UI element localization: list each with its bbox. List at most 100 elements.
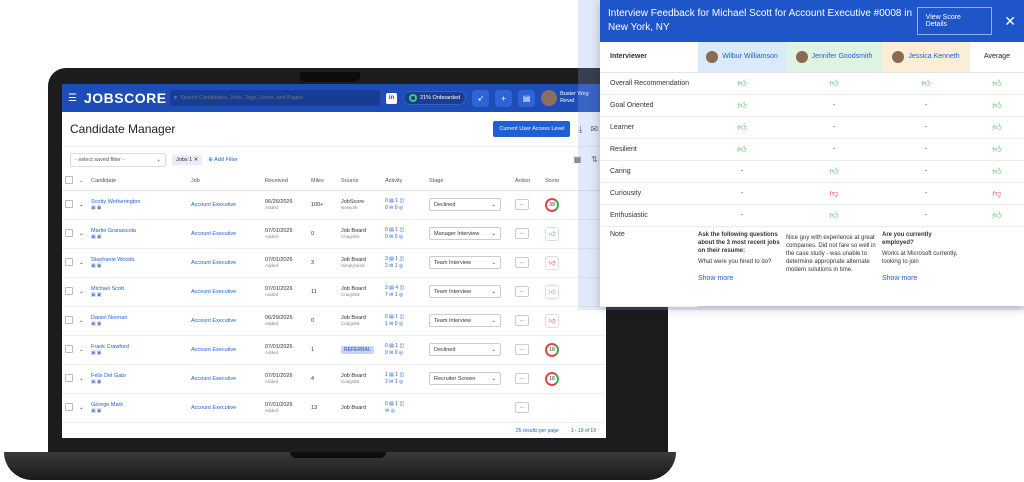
view-score-details-button[interactable]: View Score Details xyxy=(916,7,993,35)
activity-notes[interactable]: 0 xyxy=(385,198,388,204)
thumbs-down-icon[interactable]: 👎︎ xyxy=(545,255,559,270)
activity-todo[interactable]: 1 xyxy=(395,256,398,262)
activity-scorecards[interactable]: 0 xyxy=(395,321,398,327)
stage-select[interactable]: Declined ⌄ xyxy=(429,343,501,356)
job-link[interactable]: Account Executive xyxy=(191,347,236,353)
more-actions-button[interactable]: ··· xyxy=(515,315,529,326)
job-link[interactable]: Account Executive xyxy=(191,318,236,324)
table-row[interactable]: ⌄ Martie Granascola ▣▣ Account Executive … xyxy=(62,219,606,249)
row-checkbox[interactable] xyxy=(65,373,73,382)
activity-todo[interactable]: 1 xyxy=(395,314,398,320)
candidate-doc-icons[interactable]: ▣▣ xyxy=(91,205,102,211)
stage-select[interactable]: Team Interview ⌄ xyxy=(429,314,501,327)
activity-mail[interactable]: 7 xyxy=(385,292,388,298)
row-checkbox[interactable] xyxy=(65,228,73,237)
activity-mail[interactable]: 1 xyxy=(385,321,388,327)
job-link[interactable]: Account Executive xyxy=(191,231,236,237)
select-all-checkbox[interactable] xyxy=(65,175,73,184)
table-row[interactable]: ⌄ Stephanie Woods ▣▣ Account Executive 07… xyxy=(62,248,606,278)
job-link[interactable]: Account Executive xyxy=(191,289,236,295)
activity-todo[interactable]: 1 xyxy=(395,198,398,204)
stage-select[interactable]: Recruiter Screen ⌄ xyxy=(429,372,501,385)
activity-todo[interactable]: 1 xyxy=(395,372,398,378)
job-link[interactable]: Account Executive xyxy=(191,260,236,266)
stage-select[interactable]: Team Interview ⌄ xyxy=(429,256,501,269)
expand-row-icon[interactable]: ⌄ xyxy=(79,376,84,382)
activity-scorecards[interactable]: 0 xyxy=(395,205,398,211)
activity-notes[interactable]: 0 xyxy=(385,314,388,320)
thumbs-up-icon[interactable]: 👍︎ xyxy=(545,226,559,241)
activity-mail[interactable]: 0 xyxy=(385,234,388,240)
table-row[interactable]: ⌄ Michael Scott ▣▣ Account Executive 07/0… xyxy=(62,277,606,307)
more-actions-button[interactable]: ··· xyxy=(515,257,529,268)
score-ring[interactable]: 18 xyxy=(545,371,559,386)
close-icon[interactable]: ✕ xyxy=(1004,13,1016,30)
more-actions-button[interactable]: ··· xyxy=(515,402,529,413)
activity-notes[interactable]: 1 xyxy=(385,372,388,378)
table-row[interactable]: ⌄ Frank Crawford ▣▣ Account Executive 07/… xyxy=(62,335,606,365)
more-actions-button[interactable]: ··· xyxy=(515,373,529,384)
activity-scorecards[interactable]: 0 xyxy=(395,350,398,356)
onboarded-badge[interactable]: 21% Onboarded xyxy=(403,91,467,105)
row-checkbox[interactable] xyxy=(65,315,73,324)
col-received[interactable]: Received xyxy=(262,172,308,191)
stage-select[interactable]: Manager Interview ⌄ xyxy=(429,227,501,240)
row-checkbox[interactable] xyxy=(65,257,73,266)
col-source[interactable]: Source xyxy=(338,172,382,191)
add-filter-button[interactable]: ⊕ Add Filter xyxy=(208,157,237,163)
activity-mail[interactable]: 0 xyxy=(385,205,388,211)
table-row[interactable]: ⌄ Felix Del Gato ▣▣ Account Executive 07/… xyxy=(62,364,606,394)
results-per-page[interactable]: 25 results per page xyxy=(516,428,559,434)
activity-mail[interactable]: 0 xyxy=(385,350,388,356)
activity-scorecards[interactable]: 0 xyxy=(395,234,398,240)
score-ring[interactable]: 18 xyxy=(545,342,559,357)
thumbs-down-icon[interactable]: 👎︎ xyxy=(545,313,559,328)
search-bar[interactable]: ⌕ xyxy=(170,90,380,106)
jobs-filter-chip[interactable]: Jobs 1 ✕ xyxy=(172,154,203,165)
expand-row-icon[interactable]: ⌄ xyxy=(79,289,84,295)
activity-mail[interactable]: 2 xyxy=(385,379,388,385)
row-checkbox[interactable] xyxy=(65,344,73,353)
row-checkbox[interactable] xyxy=(65,402,73,411)
table-row[interactable]: ⌄ Scotty Wetherington ▣▣ Account Executiv… xyxy=(62,190,606,220)
access-level-button[interactable]: Current User Access Level xyxy=(493,121,571,137)
col-miles[interactable]: Miles xyxy=(308,172,338,191)
activity-mail[interactable]: 2 xyxy=(385,263,388,269)
more-actions-button[interactable]: ··· xyxy=(515,344,529,355)
row-checkbox[interactable] xyxy=(65,199,73,208)
calendar-button[interactable]: ▤ xyxy=(518,89,536,107)
saved-filter-select[interactable]: - select saved filter - ⌄ xyxy=(70,152,166,167)
close-icon[interactable]: ✕ xyxy=(194,157,199,163)
job-link[interactable]: Account Executive xyxy=(191,202,236,208)
candidate-doc-icons[interactable]: ▣▣ xyxy=(91,350,102,356)
candidate-doc-icons[interactable]: ▣▣ xyxy=(91,321,102,327)
activity-todo[interactable]: 1 xyxy=(395,401,398,407)
col-candidate[interactable]: Candidate xyxy=(88,172,188,191)
activity-todo[interactable]: 1 xyxy=(395,227,398,233)
activity-notes[interactable]: 3 xyxy=(385,256,388,262)
rocket-button[interactable]: ➶ xyxy=(472,89,490,107)
col-stage[interactable]: Stage xyxy=(426,172,512,191)
expand-row-icon[interactable]: ⌄ xyxy=(79,318,84,324)
row-checkbox[interactable] xyxy=(65,286,73,295)
activity-scorecards[interactable]: 1 xyxy=(395,292,398,298)
activity-scorecards[interactable]: 1 xyxy=(395,379,398,385)
search-input[interactable] xyxy=(180,95,371,101)
activity-notes[interactable]: 0 xyxy=(385,227,388,233)
activity-scorecards[interactable]: 1 xyxy=(395,263,398,269)
show-more-link[interactable]: Show more xyxy=(698,274,780,283)
candidate-doc-icons[interactable]: ▣▣ xyxy=(91,292,102,298)
expand-row-icon[interactable]: ⌄ xyxy=(79,260,84,266)
col-activity[interactable]: Activity xyxy=(382,172,426,191)
activity-notes[interactable]: 0 xyxy=(385,343,388,349)
activity-notes[interactable]: 3 xyxy=(385,285,388,291)
app-logo[interactable]: JOBSCORE xyxy=(84,90,166,106)
more-actions-button[interactable]: ··· xyxy=(515,286,529,297)
table-row[interactable]: ⌄ Daniel Noonan ▣▣ Account Executive 06/2… xyxy=(62,306,606,336)
candidate-doc-icons[interactable]: ▣▣ xyxy=(91,379,102,385)
candidate-doc-icons[interactable]: ▣▣ xyxy=(91,234,102,240)
table-row[interactable]: ⌄ George Mark ▣▣ Account Executive 07/01/… xyxy=(62,393,606,423)
more-actions-button[interactable]: ··· xyxy=(515,228,529,239)
expand-row-icon[interactable]: ⌄ xyxy=(79,347,84,353)
linkedin-icon[interactable]: in xyxy=(386,92,397,104)
